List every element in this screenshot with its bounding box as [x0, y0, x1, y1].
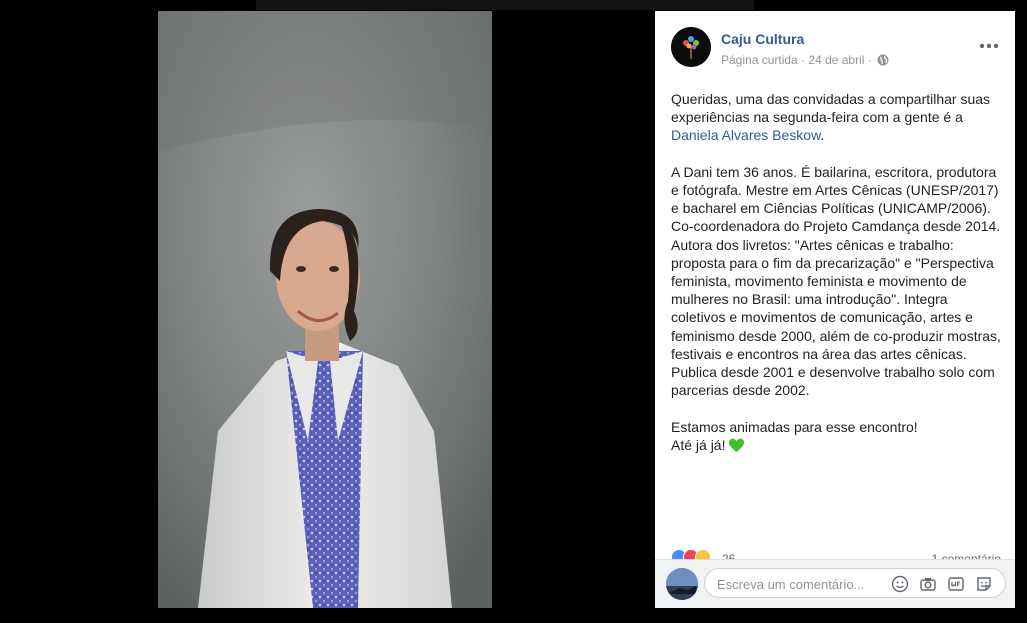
post-paragraph-2: A Dani tem 36 anos. É bailarina, escrito…: [671, 163, 1001, 399]
paragraph-3-line-2: Até já já!: [671, 436, 726, 453]
user-avatar: [666, 568, 698, 600]
camera-icon[interactable]: [919, 575, 937, 593]
portrait-photo: [158, 11, 492, 608]
post-panel: Caju Cultura Página curtida · 24 de abri…: [655, 11, 1015, 608]
viewer-top-bar: [256, 0, 754, 10]
paragraph-1-end: .: [820, 127, 825, 144]
paragraph-1-text: Queridas, uma das convidadas a compartil…: [671, 91, 991, 126]
paragraph-3-line-1: Estamos animadas para esse encontro!: [671, 418, 918, 435]
gif-icon[interactable]: [947, 575, 965, 593]
post-paragraph-1: Queridas, uma das convidadas a compartil…: [671, 90, 1001, 145]
comment-placeholder: Escreva um comentário...: [717, 577, 865, 592]
post-text: Queridas, uma das convidadas a compartil…: [671, 90, 1001, 475]
post-meta: Página curtida · 24 de abril ·: [721, 53, 889, 69]
mention-link[interactable]: Daniela Alvares Beskow: [671, 127, 820, 143]
comment-composer: Escreva um comentário...: [655, 559, 1015, 608]
post-paragraph-3: Estamos animadas para esse encontro! Até …: [671, 418, 1001, 457]
page-liked-status: Página curtida: [721, 53, 798, 67]
sticker-icon[interactable]: [975, 575, 993, 593]
tree-logo-icon: [671, 27, 711, 67]
globe-icon[interactable]: [877, 54, 889, 69]
page-avatar[interactable]: [671, 27, 711, 67]
post-date-link[interactable]: 24 de abril: [808, 53, 864, 67]
green-heart-icon: [728, 437, 745, 457]
post-photo[interactable]: [158, 11, 492, 608]
page-name-link[interactable]: Caju Cultura: [721, 31, 804, 47]
emoji-icon[interactable]: [891, 575, 909, 593]
post-header: Caju Cultura Página curtida · 24 de abri…: [671, 27, 1005, 69]
comment-input[interactable]: Escreva um comentário...: [704, 568, 1006, 598]
more-options-icon[interactable]: [979, 37, 999, 49]
meta-separator: ·: [864, 53, 876, 67]
meta-separator: ·: [797, 53, 809, 67]
